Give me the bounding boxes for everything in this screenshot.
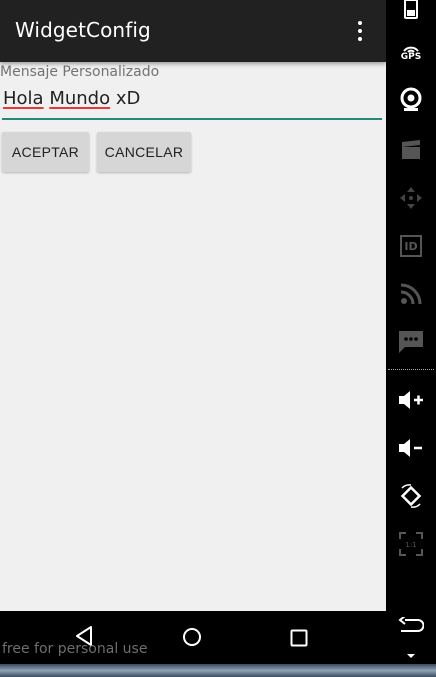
message-field-label: Mensaje Personalizado — [0, 64, 160, 80]
spellchecked-word: Hola — [3, 88, 44, 109]
gps-icon[interactable]: GPS — [397, 38, 425, 66]
home-icon[interactable] — [182, 627, 202, 647]
fullscreen-icon[interactable]: 1:1 — [397, 530, 425, 558]
app-bar: WidgetConfig — [0, 0, 386, 62]
accept-button[interactable]: ACEPTAR — [2, 132, 89, 172]
return-icon[interactable] — [397, 612, 425, 640]
volume-down-icon[interactable] — [397, 434, 425, 462]
id-icon[interactable]: ID — [397, 232, 425, 260]
rss-icon[interactable] — [397, 280, 425, 308]
id-label: ID — [400, 235, 422, 257]
message-input[interactable]: Hola Mundo xD — [3, 88, 140, 109]
window-bottom-edge — [0, 664, 436, 677]
message-icon[interactable] — [397, 328, 425, 356]
battery-icon[interactable] — [397, 0, 425, 22]
input-word: xD — [115, 88, 141, 109]
camera-icon[interactable] — [397, 86, 425, 114]
cancel-button[interactable]: CANCELAR — [97, 132, 191, 172]
clapperboard-icon[interactable] — [397, 136, 425, 164]
emulator-toolbar: GPS ID 1:1 — [386, 0, 436, 664]
rotate-icon[interactable] — [397, 482, 425, 510]
volume-up-icon[interactable] — [397, 386, 425, 414]
toolbar-separator — [388, 369, 434, 370]
spellchecked-word: Mundo — [49, 88, 111, 109]
gps-label: GPS — [400, 51, 422, 62]
watermark: free for personal use — [2, 641, 148, 657]
dpad-icon[interactable] — [397, 184, 425, 212]
recent-apps-icon[interactable] — [290, 629, 308, 647]
overflow-menu-icon[interactable] — [349, 19, 371, 43]
phone-screen: WidgetConfig Mensaje Personalizado Hola … — [0, 0, 386, 611]
scale-label: 1:1 — [405, 541, 416, 549]
app-title: WidgetConfig — [15, 18, 151, 42]
input-underline — [2, 118, 382, 120]
